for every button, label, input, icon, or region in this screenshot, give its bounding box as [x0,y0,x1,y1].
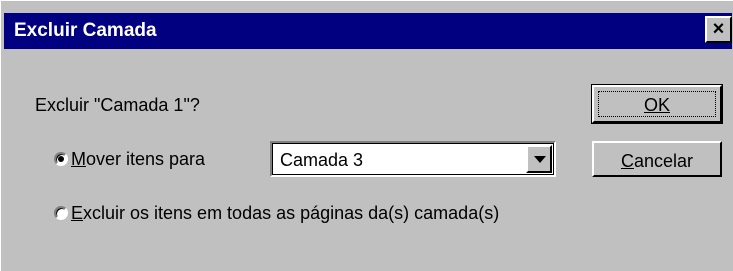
target-layer-select[interactable]: Camada 3 [270,141,556,177]
dropdown-button[interactable] [526,145,552,173]
delete-items-label: Excluir os itens em todas as páginas da(… [71,203,500,223]
delete-layer-dialog: Excluir Camada × Excluir "Camada 1"? Mov… [0,0,733,271]
target-layer-value: Camada 3 [280,150,364,170]
radio-unselected-icon[interactable] [54,206,68,220]
radio-selected-icon[interactable] [54,152,68,166]
ok-button[interactable]: OK [591,84,723,124]
title-bar[interactable]: Excluir Camada × [4,13,732,49]
dialog-title: Excluir Camada [14,20,157,41]
close-button[interactable]: × [705,16,732,43]
cancel-button[interactable]: Cancelar [592,141,722,177]
move-items-label: Mover itens para [71,149,206,169]
move-items-option[interactable]: Mover itens para [54,148,205,170]
close-icon: × [712,18,725,40]
cancel-label: Cancelar [620,151,694,171]
ok-label: OK [643,95,670,115]
delete-items-option[interactable]: Excluir os itens em todas as páginas da(… [54,202,499,224]
delete-prompt: Excluir "Camada 1"? [35,95,200,115]
